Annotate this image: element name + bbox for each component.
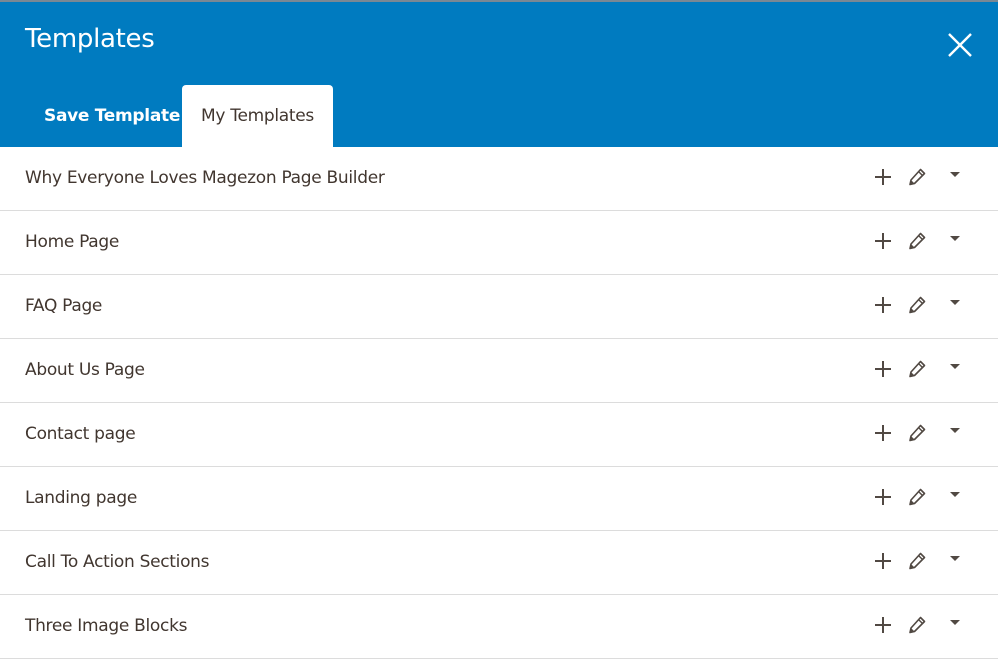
pencil-icon[interactable] [907, 295, 927, 315]
plus-icon[interactable] [873, 487, 893, 507]
pencil-icon[interactable] [907, 615, 927, 635]
template-name: FAQ Page [25, 296, 103, 316]
tab-my-templates[interactable]: My Templates [182, 85, 333, 147]
plus-icon[interactable] [873, 551, 893, 571]
template-row: Landing page [0, 467, 998, 531]
template-list: Why Everyone Loves Magezon Page Builder … [0, 147, 998, 659]
template-name: Why Everyone Loves Magezon Page Builder [25, 168, 385, 188]
pencil-icon[interactable] [907, 487, 927, 507]
caret-down-icon[interactable] [945, 295, 965, 315]
caret-down-icon[interactable] [945, 487, 965, 507]
close-icon[interactable] [945, 30, 975, 60]
caret-down-icon[interactable] [945, 551, 965, 571]
plus-icon[interactable] [873, 167, 893, 187]
caret-down-icon[interactable] [945, 231, 965, 251]
template-name: Contact page [25, 424, 136, 444]
caret-down-icon[interactable] [945, 359, 965, 379]
template-row: Why Everyone Loves Magezon Page Builder [0, 147, 998, 211]
template-row: Call To Action Sections [0, 531, 998, 595]
caret-down-icon[interactable] [945, 423, 965, 443]
template-name: Home Page [25, 232, 120, 252]
template-name: Three Image Blocks [25, 616, 188, 636]
pencil-icon[interactable] [907, 167, 927, 187]
plus-icon[interactable] [873, 231, 893, 251]
pencil-icon[interactable] [907, 551, 927, 571]
tab-save-template[interactable]: Save Template [44, 85, 180, 147]
template-row: Home Page [0, 211, 998, 275]
pencil-icon[interactable] [907, 423, 927, 443]
plus-icon[interactable] [873, 359, 893, 379]
modal-title: Templates [25, 24, 155, 54]
template-row: Three Image Blocks [0, 595, 998, 659]
plus-icon[interactable] [873, 615, 893, 635]
template-name: About Us Page [25, 360, 145, 380]
pencil-icon[interactable] [907, 359, 927, 379]
caret-down-icon[interactable] [945, 615, 965, 635]
template-row: About Us Page [0, 339, 998, 403]
plus-icon[interactable] [873, 423, 893, 443]
template-name: Landing page [25, 488, 138, 508]
pencil-icon[interactable] [907, 231, 927, 251]
modal-header: Templates Save Template My Templates [0, 2, 998, 147]
plus-icon[interactable] [873, 295, 893, 315]
caret-down-icon[interactable] [945, 167, 965, 187]
template-name: Call To Action Sections [25, 552, 210, 572]
template-row: FAQ Page [0, 275, 998, 339]
template-row: Contact page [0, 403, 998, 467]
